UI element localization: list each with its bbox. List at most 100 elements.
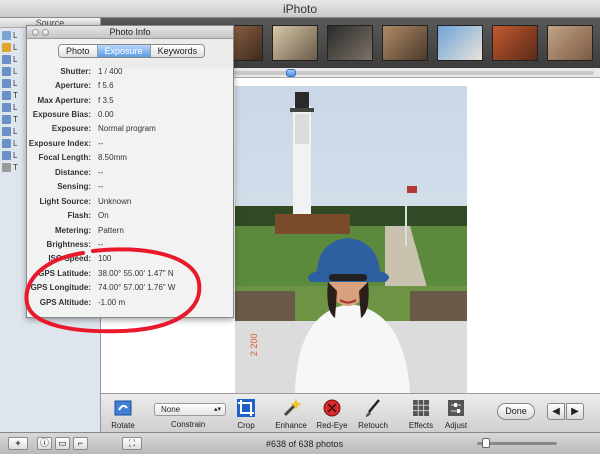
source-item[interactable]: L [2, 42, 24, 53]
source-item[interactable]: T [2, 162, 24, 173]
info-row: GPS Latitude: 38.00° 55.00' 1.47" N [27, 266, 235, 280]
source-item-label: L [13, 55, 18, 64]
info-label: Brightness: [46, 239, 91, 249]
info-value: f 3.5 [98, 95, 114, 105]
calendar-icon[interactable]: ▭ [55, 437, 70, 450]
retouch-button[interactable]: Retouch [356, 398, 390, 430]
info-label: Exposure Index: [28, 138, 91, 148]
album-icon [2, 115, 11, 124]
photo-count: #638 of 638 photos [266, 439, 344, 449]
photo-info-panel: Photo Info Photo Exposure Keywords Shutter… [26, 25, 234, 318]
info-row: Brightness: -- [27, 237, 235, 251]
info-label: GPS Longitude: [30, 283, 91, 293]
info-label: Flash: [67, 211, 91, 221]
thumbnail[interactable] [437, 25, 483, 61]
info-row: ISO Speed: 100 [27, 252, 235, 266]
constrain-select[interactable]: None ▴▾ [154, 403, 226, 416]
photo[interactable]: 2 200 [235, 86, 467, 393]
info-row: GPS Altitude: -1.00 m [27, 295, 235, 309]
source-list: LLLLLTLTLLLT [2, 30, 24, 174]
info-label: GPS Altitude: [39, 297, 91, 307]
adjust-button[interactable]: Adjust [442, 398, 470, 430]
sliders-icon [446, 398, 466, 418]
source-item[interactable]: L [2, 150, 24, 161]
source-item-label: T [13, 163, 18, 172]
minimize-icon[interactable] [42, 29, 49, 36]
status-bar: + ⓘ ▭ ⌐ ⛶ #638 of 638 photos [0, 432, 600, 454]
tab-exposure[interactable]: Exposure [97, 45, 151, 57]
crop-label: Crop [237, 421, 255, 430]
brush-icon [363, 398, 383, 418]
info-icon[interactable]: ⓘ [37, 437, 52, 450]
source-item-label: L [13, 139, 18, 148]
rotate-button[interactable]: Rotate [107, 398, 139, 430]
source-item[interactable]: L [2, 66, 24, 77]
source-item-label: L [13, 67, 18, 76]
tab-photo[interactable]: Photo [59, 45, 98, 57]
source-item[interactable]: L [2, 102, 24, 113]
source-item-label: L [13, 127, 18, 136]
source-item[interactable]: T [2, 90, 24, 101]
source-item[interactable]: L [2, 138, 24, 149]
info-row: Exposure Bias: 0.00 [27, 107, 235, 121]
tab-keywords[interactable]: Keywords [150, 45, 205, 57]
rotate-label: Rotate [111, 421, 135, 430]
source-item-label: L [13, 31, 18, 40]
thumbnail[interactable] [272, 25, 318, 61]
red-eye-label: Red-Eye [316, 421, 348, 430]
red-eye-button[interactable]: Red-Eye [316, 398, 348, 430]
info-value: 74.00° 57.00' 1.76" W [98, 283, 176, 293]
info-label: Aperture: [54, 81, 91, 91]
info-row: Exposure Index: -- [27, 136, 235, 150]
effects-grid-icon [411, 398, 431, 418]
enhance-label: Enhance [275, 421, 307, 430]
add-album-button[interactable]: + [8, 437, 28, 450]
photo-info-titlebar: Photo Info [27, 26, 233, 39]
source-item[interactable]: L [2, 126, 24, 137]
info-row: Aperture: f 5.6 [27, 78, 235, 92]
thumbnail[interactable] [382, 25, 428, 61]
info-row: Exposure: Normal program [27, 122, 235, 136]
magic-wand-icon [281, 398, 302, 418]
source-item[interactable]: L [2, 54, 24, 65]
thumbnail[interactable] [492, 25, 538, 61]
film-roll-icon [2, 43, 11, 52]
exposure-details: Shutter: 1 / 400 Aperture: f 5.6 Max Apertur… [27, 64, 235, 309]
info-value: 8.50mm [98, 153, 127, 163]
close-icon[interactable] [32, 29, 39, 36]
zoom-slider-knob[interactable] [482, 438, 490, 448]
adjust-label: Adjust [444, 421, 468, 430]
info-value: -- [98, 182, 104, 192]
info-row: Shutter: 1 / 400 [27, 64, 235, 78]
thumbnail[interactable] [327, 25, 373, 61]
effects-button[interactable]: Effects [407, 398, 435, 430]
scrubber-knob[interactable] [286, 69, 296, 77]
thumbnail[interactable] [547, 25, 593, 61]
source-item-label: L [13, 103, 18, 112]
keyword-icon[interactable]: ⌐ [73, 437, 88, 450]
info-label: Focal Length: [38, 153, 91, 163]
info-value: -- [98, 239, 104, 249]
info-row: GPS Longitude: 74.00° 57.00' 1.76" W [27, 281, 235, 295]
info-label: Max Aperture: [37, 95, 92, 105]
info-value: On [98, 211, 109, 221]
rotate-icon [113, 398, 133, 418]
trash-icon [2, 163, 11, 172]
enhance-button[interactable]: Enhance [275, 398, 307, 430]
info-value: -- [98, 167, 104, 177]
source-item[interactable]: T [2, 114, 24, 125]
crop-button[interactable]: Crop [234, 398, 258, 430]
info-value: 100 [98, 254, 112, 264]
done-button[interactable]: Done [497, 403, 535, 420]
photo-info-tabs: Photo Exposure Keywords [58, 44, 206, 58]
source-item-label: T [13, 91, 18, 100]
info-value: Pattern [98, 225, 124, 235]
fullscreen-icon[interactable]: ⛶ [122, 437, 142, 450]
next-arrow-icon[interactable]: ▶ [566, 403, 584, 420]
source-item[interactable]: L [2, 78, 24, 89]
source-item[interactable]: L [2, 30, 24, 41]
info-value: -- [98, 138, 104, 148]
photo-date-stamp: 2 200 [249, 333, 259, 356]
previous-arrow-icon[interactable]: ◀ [547, 403, 565, 420]
info-label: Metering: [55, 225, 91, 235]
